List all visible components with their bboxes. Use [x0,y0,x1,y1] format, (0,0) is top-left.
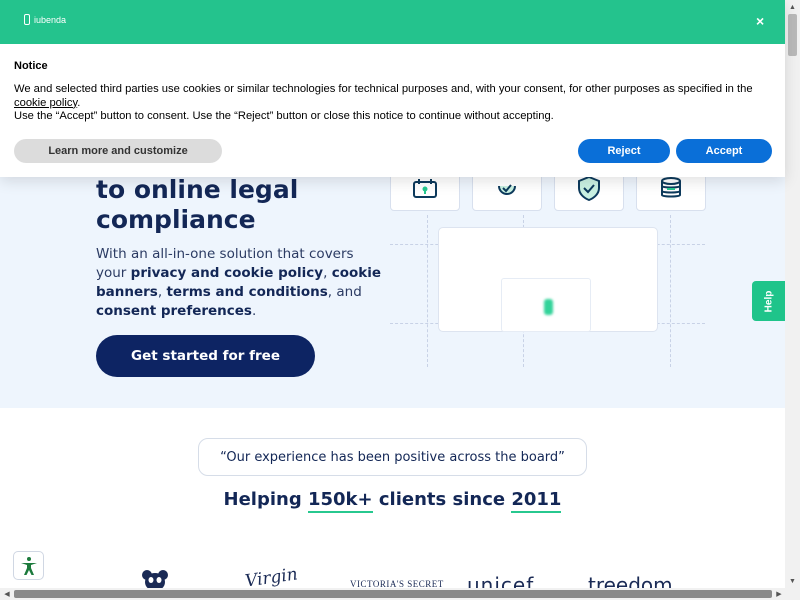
horizontal-scroll-thumb[interactable] [14,590,772,598]
hero-illustration [385,165,710,370]
document-inner [501,278,591,332]
help-tab[interactable]: Help [752,281,785,321]
scroll-right-arrow[interactable]: ▶ [772,588,786,600]
cookie-policy-link[interactable]: cookie policy [14,97,77,109]
scroll-up-arrow[interactable]: ▲ [785,0,800,14]
get-started-button[interactable]: Get started for free [96,335,315,377]
client-logos: Virgin VICTORIA'S SECRET unicef treedom [0,565,785,590]
notice-text-line2: Use the “Accept” button to consent. Use … [14,110,554,122]
clients-headline: Helping 150k+ clients since 2011 [0,489,785,513]
vertical-scrollbar[interactable]: ▲ ▼ [785,0,800,588]
learn-more-button[interactable]: Learn more and customize [14,139,222,163]
scroll-left-arrow[interactable]: ◀ [0,588,14,600]
brand-name: iubenda [34,14,67,25]
iubenda-logo: iubenda [24,14,66,25]
hero-heading-line1: to online legal [96,175,299,204]
clients-count: 150k+ [307,489,373,513]
horizontal-scrollbar[interactable]: ◀ ▶ [0,588,800,600]
document-card [438,227,658,332]
notice-title: Notice [14,60,48,72]
close-icon[interactable]: × [756,14,764,28]
notice-text: We and selected third parties use cookie… [14,83,753,122]
wwf-logo [137,567,173,590]
scroll-down-arrow[interactable]: ▼ [785,574,800,588]
accessibility-button[interactable] [13,551,44,580]
accept-button[interactable]: Accept [676,139,772,163]
help-label: Help [762,290,774,312]
accessibility-icon [20,556,37,575]
cookie-banner-header: iubenda × [0,0,785,44]
testimonial-quote: “Our experience has been positive across… [198,438,587,476]
hero-link-terms: terms and conditions [166,284,328,300]
clients-year: 2011 [511,489,562,513]
hero-description: With an all-in-one solution that covers … [96,246,382,319]
hero-heading-line2: compliance [96,205,256,234]
hero-link-consent: consent preferences [96,303,252,319]
document-indicator [544,299,553,315]
iubenda-mark-icon [24,14,30,25]
vertical-scroll-thumb[interactable] [788,14,797,56]
hero-link-privacy: privacy and cookie policy [130,265,324,281]
reject-button[interactable]: Reject [578,139,670,163]
cookie-banner: iubenda × Notice We and selected third p… [0,0,785,177]
virgin-logo: Virgin [243,565,299,590]
